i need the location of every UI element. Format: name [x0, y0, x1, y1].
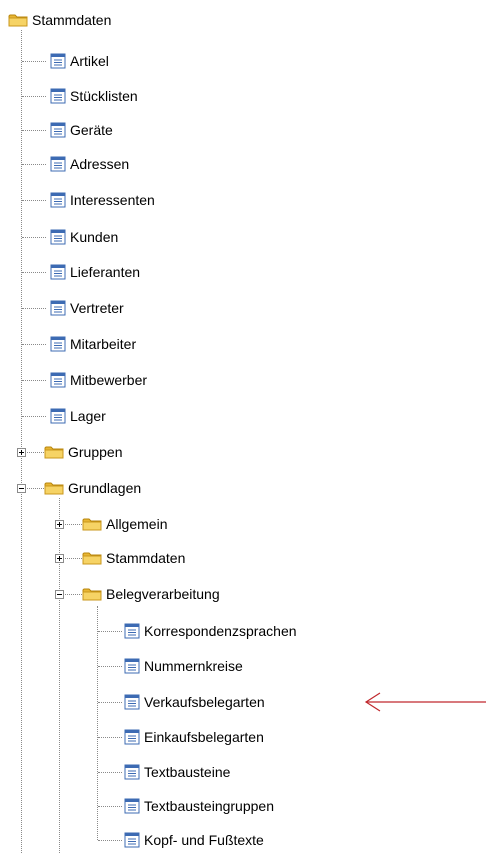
tree-connector: [22, 416, 46, 417]
document-icon: [50, 300, 66, 316]
tree-connector: [22, 96, 46, 97]
tree-node-label: Stammdaten: [106, 550, 186, 566]
tree-connector: [98, 737, 122, 738]
tree-connector: [98, 840, 122, 841]
document-icon: [50, 53, 66, 69]
tree-node-label: Lieferanten: [70, 264, 141, 280]
tree-node-einkaufsbelegarten[interactable]: Einkaufsbelegarten: [124, 727, 264, 747]
tree-node-allgemein[interactable]: Allgemein: [82, 514, 167, 534]
tree-connector: [97, 606, 98, 840]
document-icon: [50, 88, 66, 104]
tree-node-label: Grundlagen: [68, 480, 142, 496]
tree-node-artikel[interactable]: Artikel: [50, 51, 109, 71]
expand-toggle-icon[interactable]: [55, 554, 64, 563]
tree-node-label: Geräte: [70, 122, 113, 138]
tree-node-stuecklisten[interactable]: Stücklisten: [50, 86, 138, 106]
collapse-toggle-icon[interactable]: [55, 590, 64, 599]
document-icon: [50, 372, 66, 388]
tree-node-grundlagen-stammdaten[interactable]: Stammdaten: [82, 548, 185, 568]
tree-node-label: Interessenten: [70, 192, 155, 208]
tree-node-verkaufsbelegarten[interactable]: Verkaufsbelegarten: [124, 692, 265, 712]
tree-node-gruppen[interactable]: Gruppen: [44, 442, 122, 462]
tree-node-adressen[interactable]: Adressen: [50, 154, 129, 174]
tree-node-label: Kunden: [70, 229, 119, 245]
tree-connector: [98, 772, 122, 773]
folder-icon: [82, 552, 102, 565]
tree-connector: [98, 666, 122, 667]
tree-node-nummernkreise[interactable]: Nummernkreise: [124, 656, 243, 676]
tree-node-label: Vertreter: [70, 300, 124, 316]
tree-node-label: Adressen: [70, 156, 130, 172]
tree-node-label: Belegverarbeitung: [106, 586, 220, 602]
tree-connector: [22, 308, 46, 309]
expand-toggle-icon[interactable]: [55, 520, 64, 529]
tree-connector: [98, 806, 122, 807]
folder-icon: [82, 518, 102, 531]
annotation-arrow-icon: [364, 692, 486, 712]
tree-connector: [59, 498, 60, 853]
document-icon: [50, 192, 66, 208]
tree-node-textbausteingruppen[interactable]: Textbausteingruppen: [124, 796, 274, 816]
tree-node-label: Mitbewerber: [70, 372, 148, 388]
document-icon: [50, 408, 66, 424]
folder-icon: [44, 446, 64, 459]
tree-connector: [98, 702, 122, 703]
tree-node-label: Gruppen: [68, 444, 123, 460]
tree-node-label: Stammdaten: [32, 12, 112, 28]
document-icon: [124, 658, 140, 674]
tree-node-korrespondenzsprachen[interactable]: Korrespondenzsprachen: [124, 621, 297, 641]
tree-node-label: Mitarbeiter: [70, 336, 137, 352]
tree-node-lieferanten[interactable]: Lieferanten: [50, 262, 140, 282]
tree-node-label: Korrespondenzsprachen: [144, 623, 297, 639]
tree-node-grundlagen[interactable]: Grundlagen: [44, 478, 141, 498]
folder-icon: [82, 588, 102, 601]
document-icon: [124, 832, 140, 848]
tree-node-vertreter[interactable]: Vertreter: [50, 298, 124, 318]
document-icon: [50, 264, 66, 280]
tree-node-label: Kopf- und Fußtexte: [144, 832, 264, 848]
document-icon: [50, 122, 66, 138]
document-icon: [124, 798, 140, 814]
tree-node-label: Allgemein: [106, 516, 168, 532]
tree-connector: [22, 61, 46, 62]
tree-node-label: Stücklisten: [70, 88, 138, 104]
document-icon: [50, 336, 66, 352]
tree-node-label: Lager: [70, 408, 106, 424]
tree-node-textbausteine[interactable]: Textbausteine: [124, 762, 230, 782]
tree-node-label: Nummernkreise: [144, 658, 243, 674]
document-icon: [124, 694, 140, 710]
tree-connector: [22, 344, 46, 345]
tree-node-interessenten[interactable]: Interessenten: [50, 190, 155, 210]
document-icon: [124, 729, 140, 745]
tree-node-label: Einkaufsbelegarten: [144, 729, 264, 745]
folder-icon: [44, 482, 64, 495]
tree-node-lager[interactable]: Lager: [50, 406, 106, 426]
tree-node-stammdaten-root[interactable]: Stammdaten: [8, 10, 111, 30]
document-icon: [124, 764, 140, 780]
expand-toggle-icon[interactable]: [17, 448, 26, 457]
tree-connector: [21, 30, 22, 853]
tree-connector: [22, 237, 46, 238]
tree-node-mitbewerber[interactable]: Mitbewerber: [50, 370, 147, 390]
folder-icon: [8, 14, 28, 27]
tree-node-kunden[interactable]: Kunden: [50, 227, 118, 247]
tree-connector: [98, 631, 122, 632]
tree-node-kopf-und-fusstexte[interactable]: Kopf- und Fußtexte: [124, 830, 264, 850]
tree-node-label: Verkaufsbelegarten: [144, 694, 265, 710]
collapse-toggle-icon[interactable]: [17, 484, 26, 493]
document-icon: [50, 156, 66, 172]
tree-connector: [22, 130, 46, 131]
tree-node-label: Textbausteingruppen: [144, 798, 274, 814]
tree-node-label: Artikel: [70, 53, 109, 69]
tree-connector: [22, 164, 46, 165]
tree-node-geraete[interactable]: Geräte: [50, 120, 113, 140]
tree-connector: [22, 380, 46, 381]
tree-node-belegverarbeitung[interactable]: Belegverarbeitung: [82, 584, 220, 604]
tree-node-label: Textbausteine: [144, 764, 231, 780]
tree-node-mitarbeiter[interactable]: Mitarbeiter: [50, 334, 136, 354]
document-icon: [124, 623, 140, 639]
document-icon: [50, 229, 66, 245]
tree-connector: [22, 272, 46, 273]
tree-connector: [22, 200, 46, 201]
